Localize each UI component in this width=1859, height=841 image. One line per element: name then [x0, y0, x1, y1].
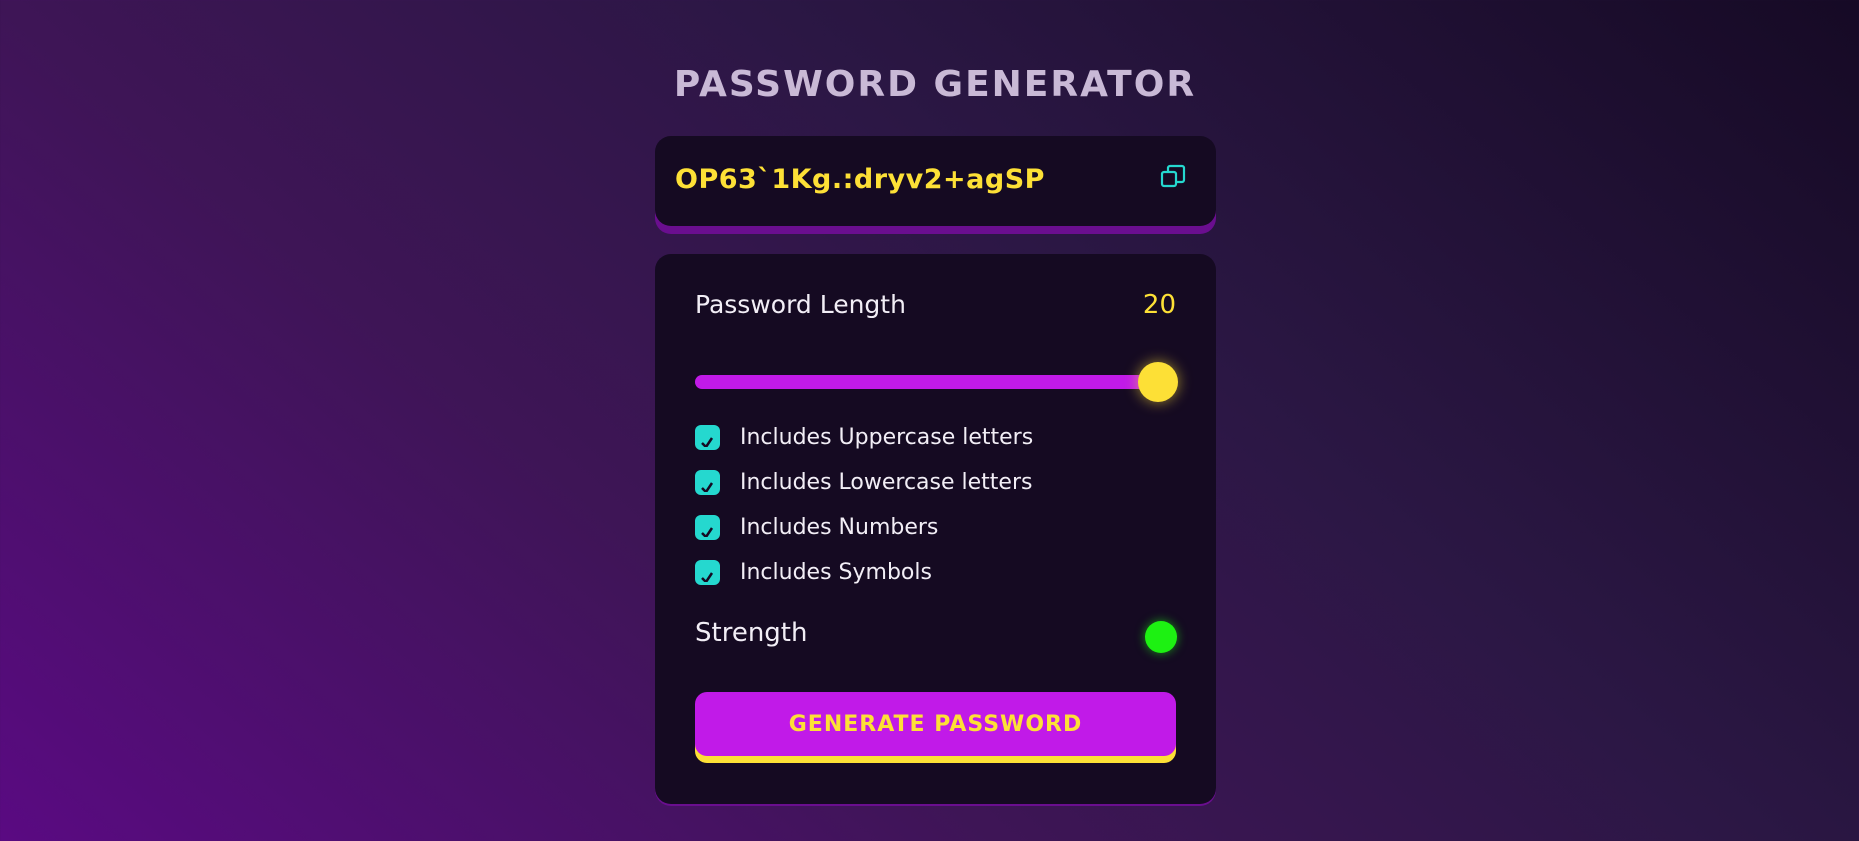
- slider-thumb[interactable]: [1138, 362, 1178, 402]
- slider-track[interactable]: [695, 375, 1158, 389]
- check-icon: [701, 571, 714, 582]
- length-slider[interactable]: [695, 362, 1178, 402]
- password-text: OP63`1Kg.:dryv2+agSP: [675, 164, 1045, 195]
- option-lowercase[interactable]: Includes Lowercase letters: [695, 467, 1032, 497]
- check-icon: [701, 436, 714, 447]
- length-value: 20: [1142, 290, 1176, 320]
- length-label: Password Length: [695, 290, 906, 319]
- option-label: Includes Numbers: [740, 514, 939, 540]
- option-label: Includes Symbols: [740, 559, 932, 585]
- numbers-checkbox[interactable]: [695, 514, 720, 540]
- strength-label: Strength: [695, 618, 808, 648]
- option-symbols[interactable]: Includes Symbols: [695, 557, 932, 587]
- option-label: Includes Lowercase letters: [740, 469, 1033, 495]
- check-icon: [701, 481, 714, 492]
- generate-password-button[interactable]: GENERATE PASSWORD: [695, 692, 1176, 756]
- lowercase-checkbox[interactable]: [695, 469, 720, 495]
- option-numbers[interactable]: Includes Numbers: [695, 512, 938, 542]
- settings-panel: Password Length 20 Includes Uppercase le…: [655, 254, 1216, 804]
- option-label: Includes Uppercase letters: [740, 424, 1034, 450]
- uppercase-checkbox[interactable]: [695, 424, 720, 450]
- symbols-checkbox[interactable]: [695, 559, 720, 585]
- copy-icon[interactable]: [1160, 164, 1186, 190]
- password-display: OP63`1Kg.:dryv2+agSP: [655, 136, 1216, 226]
- check-icon: [701, 526, 714, 537]
- option-uppercase[interactable]: Includes Uppercase letters: [695, 422, 1033, 452]
- strength-indicator: [1145, 621, 1177, 653]
- page-title: PASSWORD GENERATOR: [673, 64, 1197, 105]
